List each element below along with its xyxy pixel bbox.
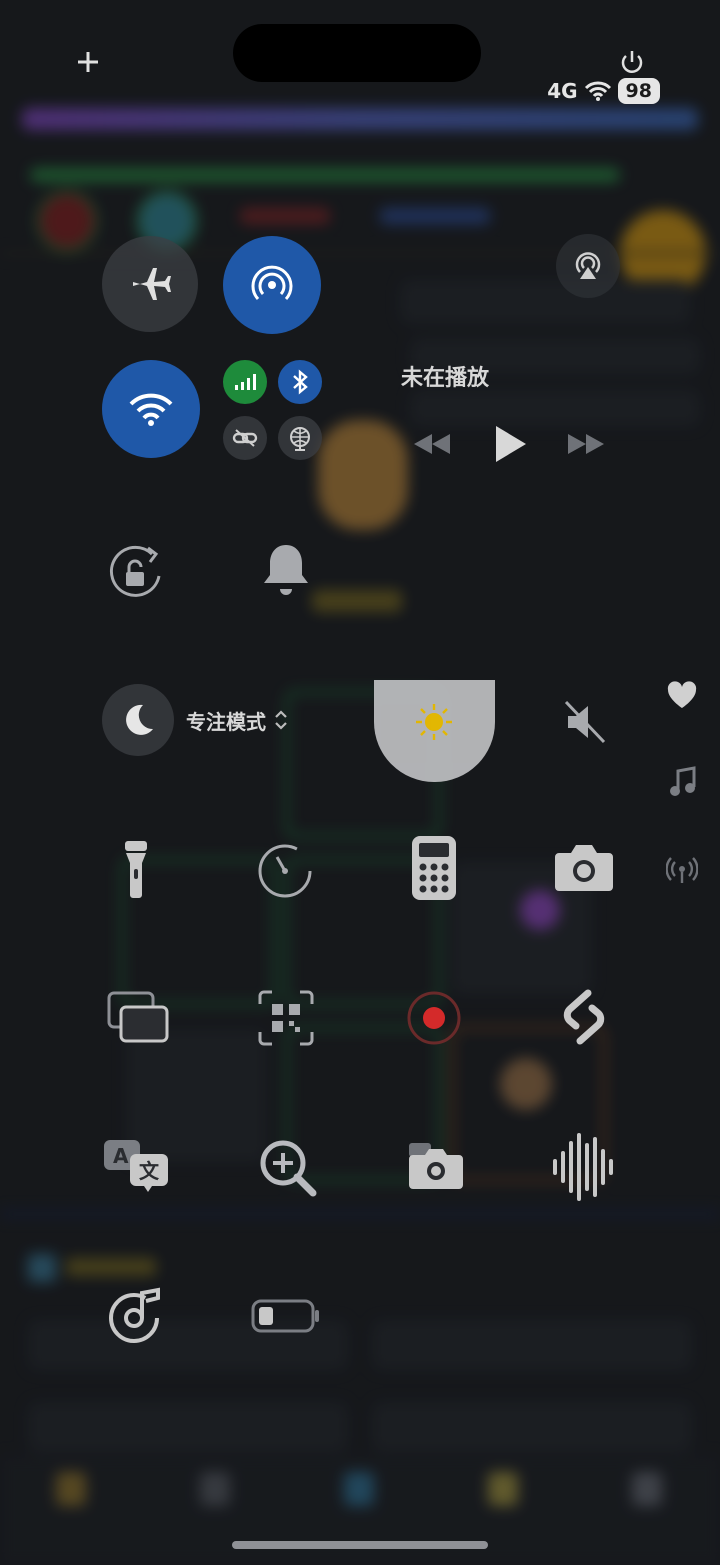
calculator-button[interactable] (410, 834, 458, 902)
calculator-icon (412, 836, 456, 900)
camera-icon (555, 845, 613, 891)
flashlight-button[interactable] (116, 838, 156, 900)
timer-button[interactable] (254, 838, 316, 900)
bell-icon (264, 545, 308, 595)
flashlight-icon (125, 841, 147, 898)
wifi-icon (129, 393, 173, 426)
link-icon (232, 429, 258, 447)
airdrop-icon (251, 265, 293, 301)
qr-code-icon (258, 990, 314, 1046)
wifi-status-icon (584, 81, 611, 101)
low-power-battery-icon (251, 1299, 319, 1333)
dynamic-island (233, 24, 481, 82)
forward-button[interactable] (566, 428, 606, 460)
rewind-icon (414, 434, 450, 454)
cellular-signal-text: 4G (547, 79, 578, 103)
camera-small-icon (409, 1143, 463, 1189)
music-note-icon (670, 766, 696, 796)
status-bar: 4G 98 (547, 78, 660, 104)
wifi-toggle[interactable] (102, 360, 200, 458)
airplane-mode-toggle[interactable] (102, 236, 198, 332)
moon-icon (126, 704, 153, 735)
personal-hotspot-toggle[interactable] (223, 416, 267, 460)
airdrop-toggle[interactable] (223, 236, 321, 334)
shazam-button[interactable] (554, 986, 614, 1048)
power-icon[interactable] (616, 46, 648, 78)
chevron-updown-icon (275, 710, 287, 730)
volume-slider[interactable] (560, 696, 608, 748)
bluetooth-toggle[interactable] (278, 360, 322, 404)
rotation-lock-button[interactable] (104, 540, 170, 606)
svg-text:A: A (113, 1144, 129, 1168)
forward-icon (568, 434, 604, 454)
rotation-lock-icon (109, 545, 161, 597)
camera-small-button[interactable] (406, 1140, 466, 1194)
airplane-icon (133, 268, 171, 300)
globe-icon (290, 427, 310, 451)
screen-record-icon (407, 991, 461, 1045)
music-recognition-icon (109, 1287, 160, 1343)
vpn-toggle[interactable] (278, 416, 322, 460)
qr-scanner-button[interactable] (258, 990, 314, 1046)
voice-memo-icon (553, 1133, 613, 1201)
music-page-button[interactable] (664, 764, 700, 800)
translate-button[interactable]: A文 (102, 1138, 172, 1194)
play-button[interactable] (490, 422, 530, 466)
screen-mirroring-button[interactable] (106, 990, 170, 1046)
timer-icon (258, 844, 312, 898)
play-icon (496, 426, 526, 462)
airplay-button[interactable] (556, 234, 620, 298)
bluetooth-icon (293, 369, 308, 395)
heart-icon (667, 681, 697, 708)
sun-icon (412, 700, 456, 744)
svg-text:文: 文 (139, 1159, 160, 1183)
airplay-icon (575, 252, 601, 279)
cellular-icon (235, 374, 256, 390)
screen-mirroring-icon (107, 991, 169, 1043)
voice-memo-button[interactable] (550, 1132, 616, 1202)
camera-button[interactable] (552, 840, 616, 894)
low-power-mode-button[interactable] (250, 1298, 322, 1334)
plus-icon[interactable] (74, 48, 102, 76)
silent-mode-button[interactable] (258, 540, 314, 600)
music-recognition-button[interactable] (106, 1286, 166, 1346)
connectivity-page-button[interactable] (664, 852, 700, 888)
screen-record-button[interactable] (406, 990, 462, 1046)
favorites-button[interactable] (664, 678, 700, 712)
translate-icon: A文 (104, 1140, 168, 1192)
mute-icon (564, 700, 606, 744)
home-indicator[interactable] (232, 1541, 488, 1549)
moon-icon-wrap (102, 684, 174, 756)
battery-indicator: 98 (617, 78, 660, 104)
cellular-toggle[interactable] (223, 360, 267, 404)
broadcast-icon (666, 857, 698, 883)
focus-mode-label: 专注模式 (186, 709, 266, 734)
magnifier-button[interactable] (256, 1136, 318, 1198)
now-playing-title: 未在播放 (401, 366, 490, 391)
shazam-icon (563, 989, 605, 1045)
magnifier-icon (260, 1140, 317, 1197)
rewind-button[interactable] (412, 428, 452, 460)
focus-mode-button[interactable]: 专注模式 (102, 682, 306, 758)
